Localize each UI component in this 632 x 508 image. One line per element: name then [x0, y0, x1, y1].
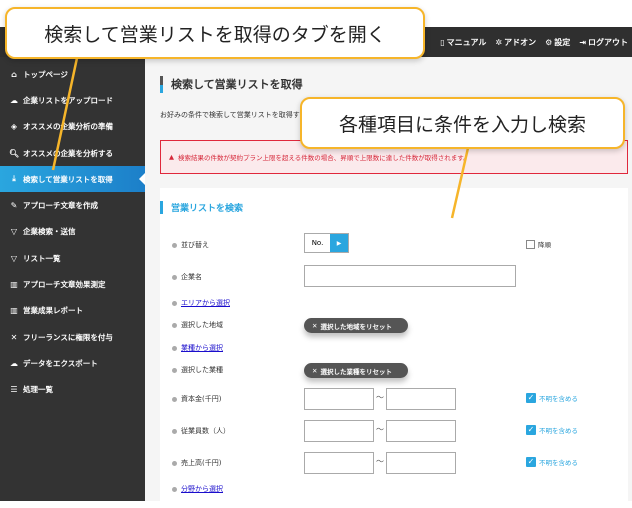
callout-enter-conditions: 各種項目に条件を入力し検索	[300, 97, 625, 149]
callout-open-tab: 検索して営業リストを取得のタブを開く	[5, 7, 425, 59]
callout-pointers	[51, 57, 470, 219]
callout-pointer-line	[51, 57, 79, 171]
callout-pointer-line	[450, 147, 470, 219]
